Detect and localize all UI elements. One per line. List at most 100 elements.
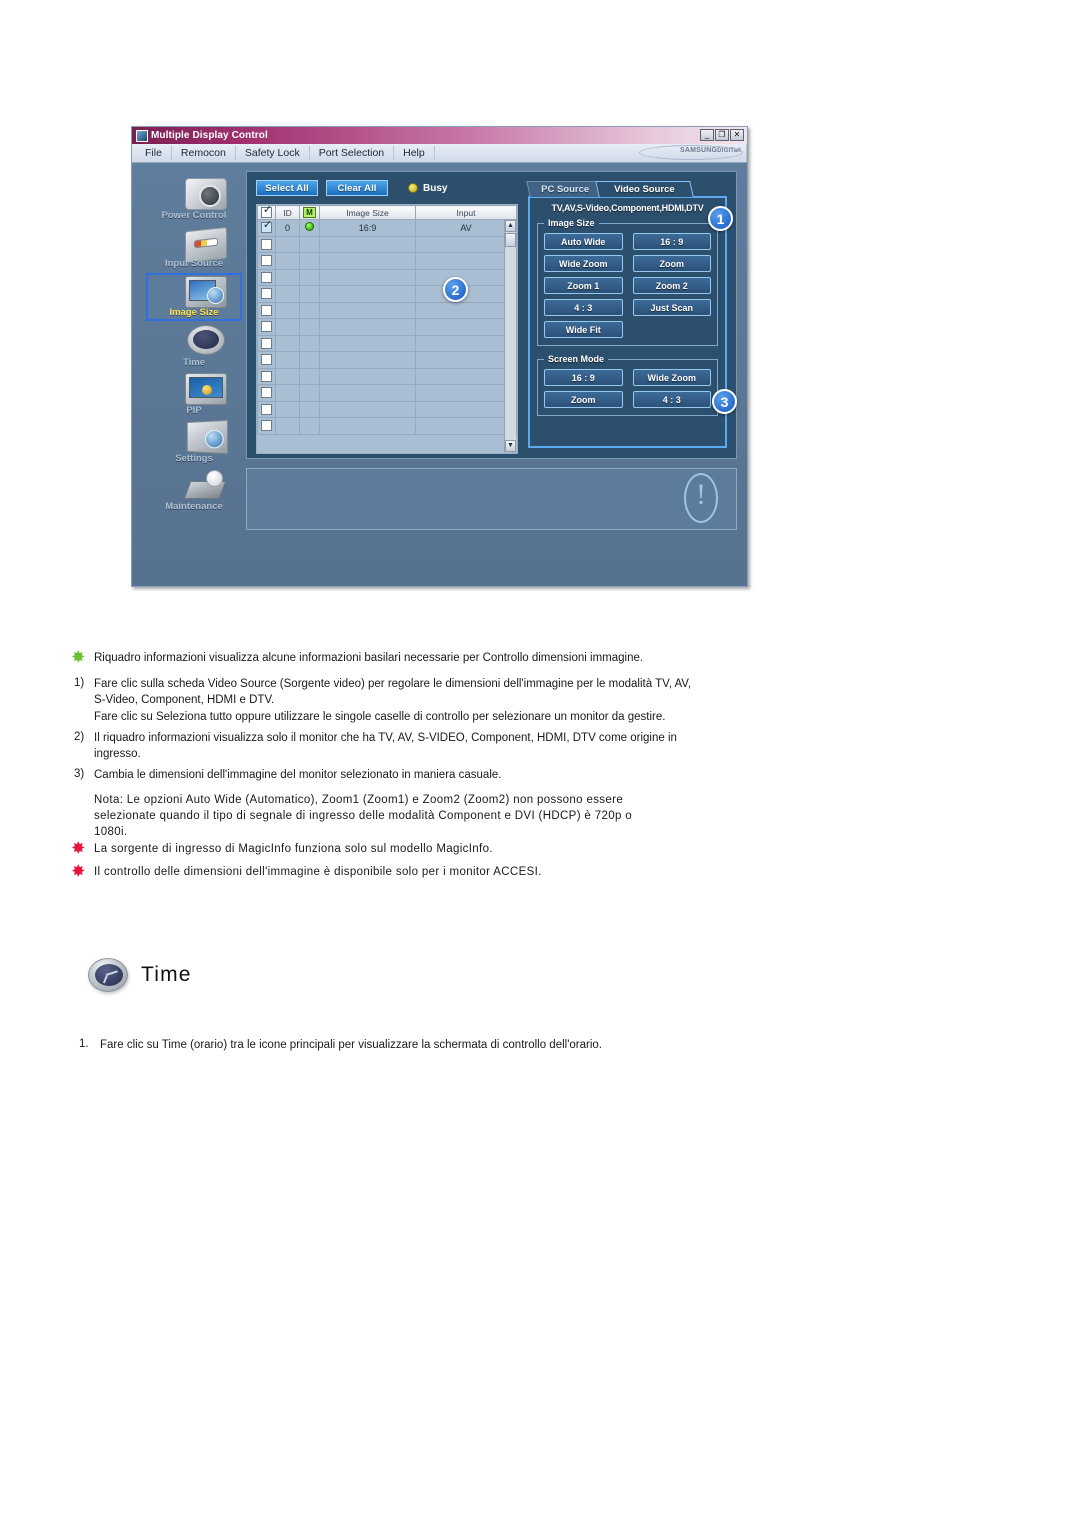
list-number-2: 2) [74,731,85,743]
button-auto-wide[interactable]: Auto Wide [544,233,623,250]
sidebar-item-power-control[interactable]: Power Control [146,177,242,222]
row-checkbox-cell[interactable] [257,384,276,402]
table-row[interactable]: 0 16:9 AV [257,219,517,237]
screen-mode-4-3[interactable]: 4 : 3 [632,391,711,408]
row-checkbox-cell[interactable] [257,301,276,319]
header-select-all-checkbox[interactable] [257,205,276,220]
samsung-brand-logo: SAMSUNGDIGITall [680,147,741,154]
table-scrollbar[interactable]: ▲ ▼ [504,220,516,452]
button-wide-fit[interactable]: Wide Fit [544,321,623,338]
row-checkbox-cell[interactable] [257,417,276,435]
sidebar-item-maintenance[interactable]: Maintenance [146,468,242,513]
sidebar-item-settings[interactable]: Settings [146,419,242,465]
main-panel: Select All Clear All Busy ID [246,171,737,459]
table-row[interactable] [257,285,517,303]
row-checkbox-icon[interactable] [261,220,273,234]
row-power-led [299,334,320,352]
menu-port-selection[interactable]: Port Selection [310,146,395,160]
section-list-number-1: 1. [79,1038,89,1050]
close-icon[interactable]: ✕ [730,129,744,141]
scrollbar-thumb[interactable] [505,233,516,247]
row-checkbox-cell[interactable] [257,252,276,270]
row-checkbox-cell[interactable] [257,351,276,369]
minimize-icon[interactable]: _ [700,129,714,141]
table-row[interactable] [257,334,517,352]
table-row[interactable] [257,235,517,253]
header-magicinfo: M [299,205,320,220]
table-row[interactable] [257,268,517,286]
row-image-size [319,417,416,435]
row-checkbox-cell[interactable] [257,318,276,336]
time-icon [187,325,225,355]
button-4-3[interactable]: 4 : 3 [544,299,623,316]
row-checkbox-icon[interactable] [261,321,272,333]
header-checkbox-icon[interactable] [261,205,273,219]
maximize-icon[interactable]: ❐ [715,129,729,141]
row-checkbox-cell[interactable] [257,400,276,418]
button-16-9[interactable]: 16 : 9 [632,233,711,250]
row-image-size [319,367,416,385]
row-checkbox-icon[interactable] [261,337,272,349]
table-row[interactable] [257,301,517,319]
table-row[interactable] [257,367,517,385]
table-row[interactable] [257,400,517,418]
row-image-size [319,334,416,352]
row-checkbox-icon[interactable] [261,403,272,415]
brand-name: SAMSUNG [679,147,718,154]
row-checkbox-cell[interactable] [257,334,276,352]
menu-safety-lock[interactable]: Safety Lock [236,146,310,160]
scroll-down-icon[interactable]: ▼ [505,440,516,452]
sidebar-item-image-size[interactable]: Image Size [146,273,242,321]
window-body: Power Control Input Source Image Size Ti… [132,163,747,586]
table-row[interactable] [257,318,517,336]
row-checkbox-cell[interactable] [257,219,276,237]
row-id [275,252,300,270]
row-power-led [299,384,320,402]
row-checkbox-cell[interactable] [257,285,276,303]
clear-all-button[interactable]: Clear All [326,180,388,196]
settings-icon [186,419,229,455]
row-checkbox-icon[interactable] [261,387,272,399]
row-id [275,417,300,435]
bullet-star-green-icon: ✸ [72,649,85,666]
sidebar-item-pip[interactable]: PIP [146,372,242,417]
button-just-scan[interactable]: Just Scan [632,299,711,316]
scroll-up-icon[interactable]: ▲ [505,220,516,232]
row-checkbox-cell[interactable] [257,367,276,385]
row-checkbox-icon[interactable] [261,304,272,316]
screen-mode-wide-zoom[interactable]: Wide Zoom [632,369,711,386]
button-wide-zoom[interactable]: Wide Zoom [544,255,623,272]
row-checkbox-icon[interactable] [261,271,272,283]
sidebar-item-time[interactable]: Time [146,324,242,369]
row-checkbox-cell[interactable] [257,235,276,253]
tab-video-source[interactable]: Video Source [595,181,694,197]
table-row[interactable] [257,417,517,435]
sidebar: Power Control Input Source Image Size Ti… [142,171,246,576]
note-line-2: selezionate quando il tipo di segnale di… [94,810,632,822]
source-caption: TV,AV,S-Video,Component,HDMI,DTV [551,203,704,213]
screen-mode-16-9[interactable]: 16 : 9 [544,369,623,386]
screen-mode-zoom[interactable]: Zoom [544,391,623,408]
maintenance-icon [185,469,227,501]
busy-indicator: Busy [408,183,447,194]
row-checkbox-icon[interactable] [261,420,272,432]
button-zoom-1[interactable]: Zoom 1 [544,277,623,294]
row-checkbox-icon[interactable] [261,288,272,300]
menu-help[interactable]: Help [394,146,435,160]
row-checkbox-icon[interactable] [261,238,272,250]
menu-file[interactable]: File [136,146,172,160]
select-all-button[interactable]: Select All [256,180,318,196]
button-zoom[interactable]: Zoom [632,255,711,272]
sidebar-item-input-source[interactable]: Input Source [146,225,242,270]
table-row[interactable] [257,384,517,402]
row-checkbox-icon[interactable] [261,255,272,267]
button-zoom-2[interactable]: Zoom 2 [632,277,711,294]
table-row[interactable] [257,351,517,369]
tab-pc-source[interactable]: PC Source [526,181,604,197]
row-power-led [299,301,320,319]
row-checkbox-cell[interactable] [257,268,276,286]
row-checkbox-icon[interactable] [261,370,272,382]
table-row[interactable] [257,252,517,270]
row-checkbox-icon[interactable] [261,354,272,366]
menu-remocon[interactable]: Remocon [172,146,236,160]
